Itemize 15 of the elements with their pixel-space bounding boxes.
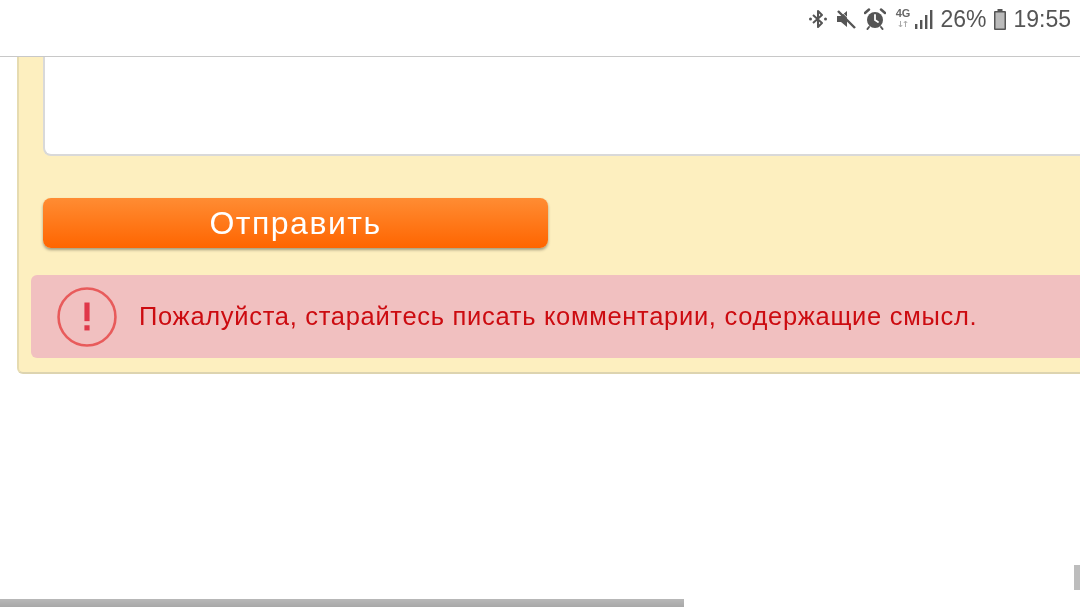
network-type: 4G [895,7,911,19]
alarm-clock-icon [863,8,886,30]
battery-icon [994,8,1007,30]
horizontal-scrollbar[interactable] [0,599,684,607]
data-arrows-icon [898,20,909,27]
clock-time: 19:55 [1013,6,1071,32]
alert-message: Пожалуйста, старайтесь писать комментарии, содержащие смысл. [139,302,978,331]
comment-field[interactable] [43,57,1080,156]
vertical-scrollbar[interactable] [1074,565,1080,590]
battery-percent: 26% [940,6,987,32]
mute-icon [834,9,857,29]
exclamation-circle-icon [57,286,117,347]
signal-icon [914,9,935,29]
submit-button[interactable]: Отправить [43,198,548,248]
bluetooth-icon [807,9,828,29]
